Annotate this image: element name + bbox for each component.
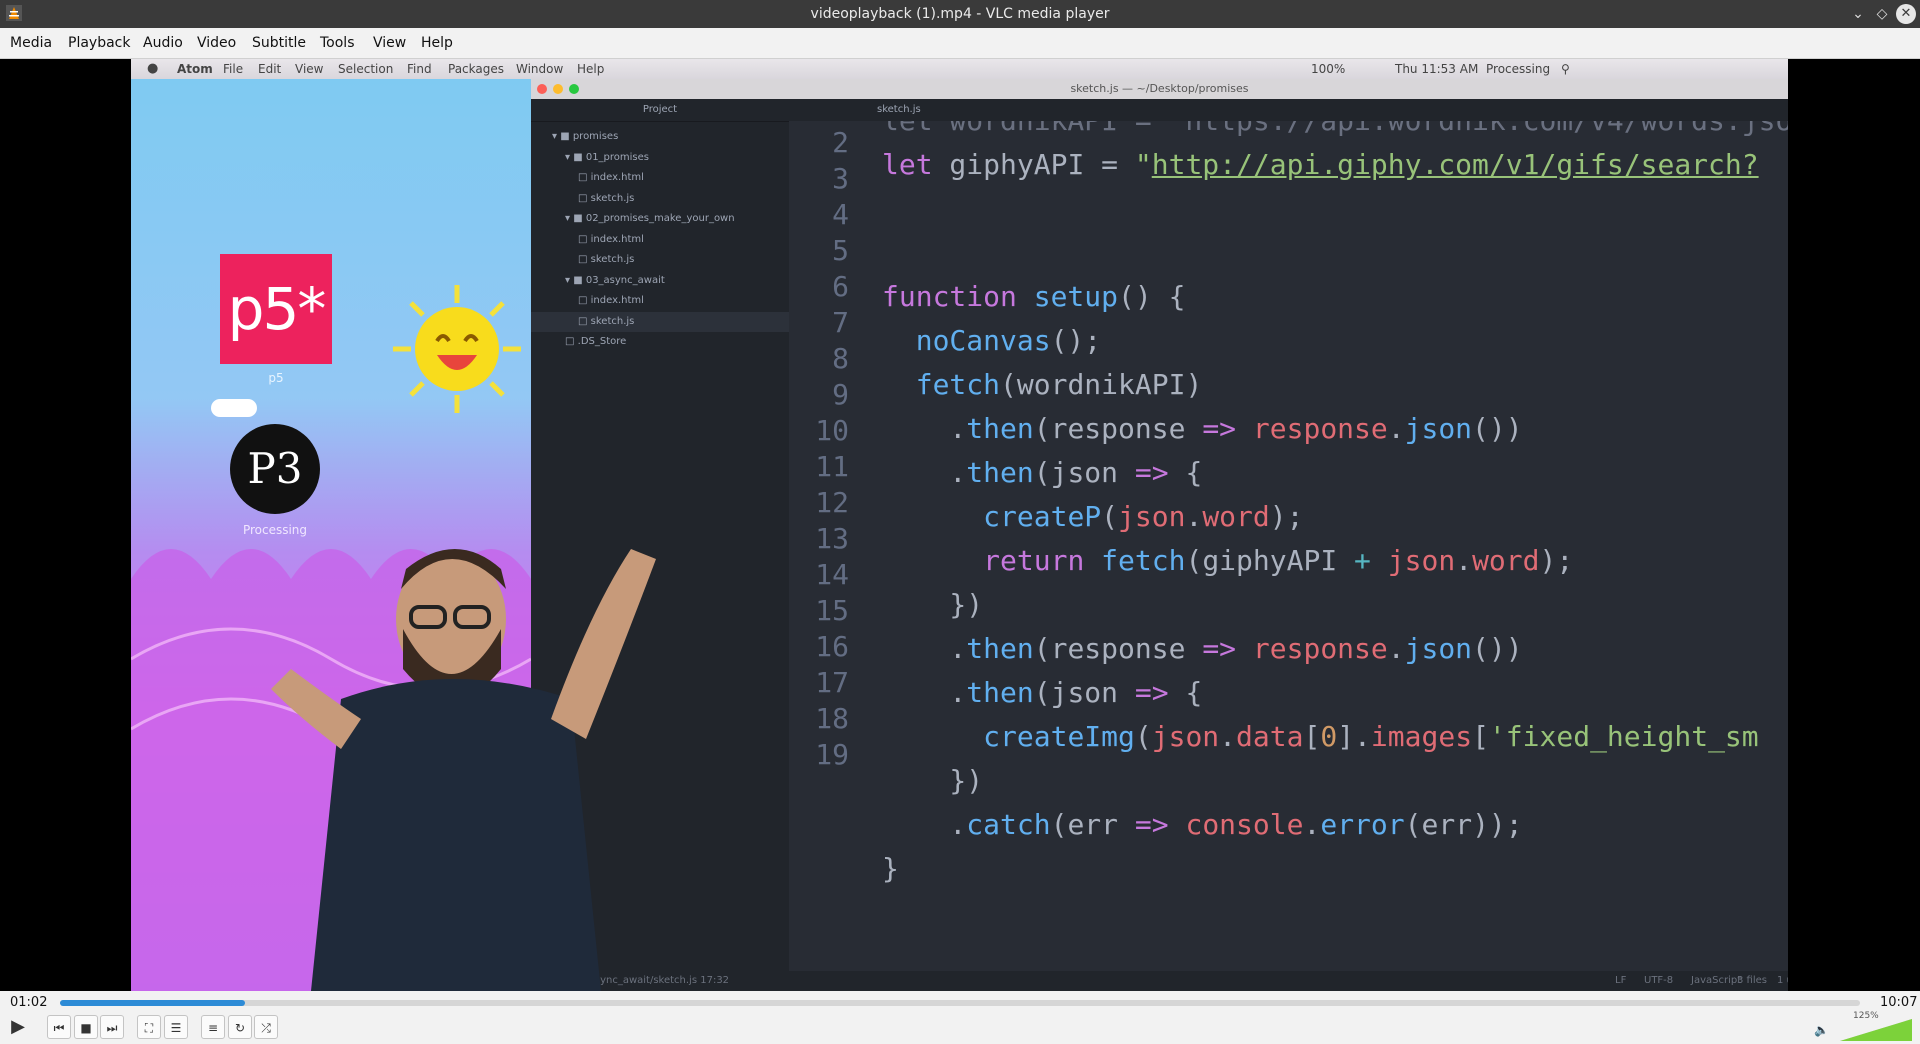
project-tree-header: Project (531, 99, 789, 122)
folder-icon: ▾ ■ (552, 131, 573, 142)
editor-tab: sketch.js (789, 99, 1788, 121)
tree-file[interactable]: □ index.html (531, 168, 789, 188)
menu-bar: Media Playback Audio Video Subtitle Tool… (0, 28, 1920, 59)
status-files: 3 files (1737, 975, 1767, 986)
mac-menu-find: Find (407, 62, 432, 76)
spotlight-icon: ⚲ (1561, 62, 1570, 76)
tree-file[interactable]: □ sketch.js (531, 250, 789, 270)
file-icon: □ (578, 192, 591, 204)
tree-file[interactable]: □ sketch.js (531, 311, 789, 332)
speaker-icon[interactable]: 🔈 (1814, 1023, 1829, 1037)
menu-video[interactable]: Video (197, 28, 236, 58)
mac-menubar: ● Atom File Edit View Selection Find Pac… (131, 59, 1788, 79)
video-area[interactable]: ● Atom File Edit View Selection Find Pac… (0, 59, 1920, 991)
file-icon: □ (578, 295, 591, 306)
tree-item-label: 03_async_await (585, 274, 665, 286)
seek-progress (60, 1000, 246, 1006)
atom-titlebar: sketch.js — ~/Desktop/promises (531, 79, 1788, 99)
tree-item-label: index.html (590, 172, 644, 183)
mac-menu-atom: Atom (177, 62, 213, 76)
tree-folder[interactable]: ▾ ■ 03_async_await (531, 271, 789, 291)
window-titlebar: videoplayback (1).mp4 - VLC media player… (0, 0, 1920, 28)
file-icon: □ (578, 233, 591, 245)
tree-item-label: promises (572, 131, 619, 142)
status-grammar: JavaScript (1691, 975, 1742, 986)
tree-item-label: sketch.js (590, 254, 635, 265)
mac-menu-help: Help (577, 62, 605, 76)
status-updates: 1 update (1777, 975, 1788, 986)
tree-file[interactable]: □ index.html (531, 291, 789, 311)
file-icon: □ (578, 172, 591, 183)
p5-label: p5 (268, 371, 284, 385)
mac-menu-view: View (295, 62, 324, 76)
file-icon: □ (578, 254, 591, 265)
menu-audio[interactable]: Audio (143, 28, 183, 58)
line-number: 19 (815, 738, 849, 771)
extended-settings-button[interactable]: ☰ (164, 1015, 188, 1039)
menu-media[interactable]: Media (10, 28, 52, 58)
tree-file[interactable]: □ sketch.js (531, 189, 789, 209)
presenter-figure (271, 549, 656, 991)
cloud-shape (211, 399, 257, 417)
atom-title: sketch.js — ~/Desktop/promises (1070, 82, 1249, 95)
code-area: let wordnikAPI = "https://api.wordnik.co… (882, 121, 1788, 885)
mac-menu-file: File (223, 62, 244, 76)
tree-item-label: sketch.js (590, 315, 635, 327)
previous-button[interactable]: ⏮ (47, 1015, 71, 1039)
video-frame: ● Atom File Edit View Selection Find Pac… (131, 59, 1788, 991)
mac-menu-window: Window (516, 62, 564, 76)
play-button[interactable]: ▶ (6, 1015, 30, 1039)
tree-item-label: sketch.js (590, 192, 635, 204)
loop-button[interactable]: ↻ (228, 1015, 252, 1039)
mac-menu-packages: Packages (448, 62, 504, 76)
menu-tools[interactable]: Tools (320, 28, 355, 58)
tree-folder[interactable]: ▾ ■ 02_promises_make_your_own (531, 209, 789, 229)
mac-menu-edit: Edit (258, 62, 282, 76)
tree-item-label: index.html (590, 295, 644, 306)
playlist-button[interactable]: ≡ (201, 1015, 225, 1039)
file-icon: □ (565, 336, 578, 347)
menu-playback[interactable]: Playback (68, 28, 130, 58)
code-editor: sketch.js 2 3 4 5 6 7 8 9 10 11 12 13 14 15 16 17 18 19 l… (789, 99, 1788, 971)
tree-item-label: index.html (590, 233, 644, 245)
stop-button[interactable]: ■ (74, 1015, 98, 1039)
status-encoding: UTF-8 (1644, 975, 1674, 986)
minimize-button[interactable]: ⌄ (1848, 4, 1868, 24)
tree-item-label: 02_promises_make_your_own (585, 213, 735, 224)
seek-slider[interactable] (60, 1000, 1860, 1006)
folder-icon: ▾ ■ (565, 151, 586, 163)
mac-menu-selection: Selection (338, 62, 394, 76)
playback-controls: 01:02 10:07 ▶ ⏮ ■ ⏭ ⛶ ☰ ≡ ↻ ⤮ 🔈 125% (0, 991, 1920, 1044)
close-button[interactable]: ✕ (1896, 4, 1916, 24)
sun-icon (393, 285, 521, 413)
elapsed-time: 01:02 (10, 995, 48, 1010)
tree-file[interactable]: □ .DS_Store (531, 332, 789, 352)
menu-help[interactable]: Help (421, 28, 453, 58)
menu-view[interactable]: View (373, 28, 406, 58)
clock-label: Thu 11:53 AM (1395, 62, 1479, 76)
shuffle-button[interactable]: ⤮ (254, 1015, 278, 1039)
window-title: videoplayback (1).mp4 - VLC media player (810, 6, 1110, 22)
file-icon: □ (578, 315, 591, 327)
total-time: 10:07 (1880, 995, 1918, 1010)
tree-folder[interactable]: ▾ ■ promises (531, 127, 789, 147)
tree-item-label: 01_promises (585, 151, 650, 163)
next-button[interactable]: ⏭ (100, 1015, 124, 1039)
apple-icon: ● (147, 61, 159, 76)
menu-subtitle[interactable]: Subtitle (252, 28, 306, 58)
processing-label: Processing (1486, 62, 1551, 76)
volume-slider[interactable] (1840, 1019, 1912, 1041)
status-line-ending: LF (1615, 975, 1627, 986)
tree-file[interactable]: □ index.html (531, 230, 789, 250)
editor-tab-label: sketch.js (877, 104, 921, 115)
tree-folder[interactable]: ▾ ■ 01_promises (531, 148, 789, 168)
tree-item-label: .DS_Store (577, 336, 627, 347)
battery-label: 100% (1311, 62, 1346, 76)
p5-logo: p5* (220, 254, 332, 364)
folder-icon: ▾ ■ (565, 274, 586, 286)
folder-icon: ▾ ■ (565, 213, 586, 224)
maximize-button[interactable]: ◇ (1872, 4, 1892, 24)
fullscreen-button[interactable]: ⛶ (137, 1015, 161, 1039)
